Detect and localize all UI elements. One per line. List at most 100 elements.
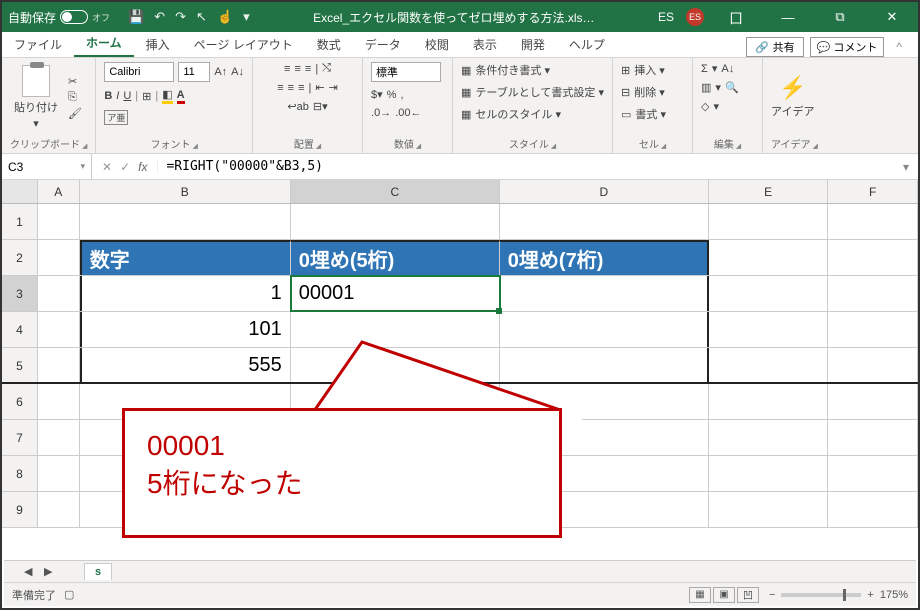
fx-icon[interactable]: fx (138, 160, 147, 174)
number-format-select[interactable] (371, 62, 441, 82)
border-button[interactable]: ⊞ (142, 90, 151, 103)
tab-developer[interactable]: 開発 (509, 32, 557, 57)
cancel-formula-icon[interactable]: ✕ (102, 160, 112, 174)
row-header[interactable]: 3 (2, 276, 38, 311)
tab-home[interactable]: ホーム (74, 30, 134, 57)
ideas-button[interactable]: ⚡ アイデア (771, 75, 814, 119)
conditional-formatting-button[interactable]: ▦条件付き書式 ▾ (461, 62, 550, 78)
tab-review[interactable]: 校閲 (413, 32, 461, 57)
zoom-out-icon[interactable]: − (769, 589, 775, 601)
view-page-layout-icon[interactable]: ▣ (713, 587, 735, 603)
cell-c4[interactable] (291, 312, 500, 347)
macro-record-icon[interactable]: ▢ (64, 588, 74, 601)
format-cells-button[interactable]: ▭書式 ▾ (621, 106, 666, 122)
paste-button[interactable]: 貼り付け ▾ (10, 63, 62, 132)
cell-d3[interactable] (500, 276, 709, 311)
share-button[interactable]: 🔗共有 (746, 37, 804, 57)
col-header-e[interactable]: E (709, 180, 828, 203)
bold-button[interactable]: B (104, 90, 112, 102)
expand-formula-bar-icon[interactable]: ▾ (894, 160, 918, 174)
comments-button[interactable]: 💬コメント (810, 37, 885, 57)
cell-c2[interactable]: 0埋め(5桁) (291, 240, 500, 275)
tab-insert[interactable]: 挿入 (134, 32, 182, 57)
cut-icon[interactable]: ✂ (68, 75, 82, 88)
sheet-tab-active[interactable]: s (84, 563, 112, 580)
align-left-icon[interactable]: ≡ (277, 82, 283, 94)
redo-icon[interactable]: ↷ (175, 9, 186, 25)
autosum-icon[interactable]: Σ (701, 63, 708, 75)
zoom-slider[interactable] (781, 593, 861, 597)
decrease-font-icon[interactable]: A↓ (231, 66, 244, 78)
italic-button[interactable]: I (116, 90, 119, 102)
name-box[interactable]: C3 ▾ (2, 154, 92, 179)
cell-c5[interactable] (291, 348, 500, 382)
select-all-corner[interactable] (2, 180, 38, 203)
tab-formulas[interactable]: 数式 (305, 32, 353, 57)
clear-icon[interactable]: ◇ (701, 100, 709, 113)
fill-icon[interactable]: ▥ (701, 81, 711, 94)
col-header-b[interactable]: B (80, 180, 291, 203)
col-header-d[interactable]: D (500, 180, 709, 203)
view-normal-icon[interactable]: ▦ (689, 587, 711, 603)
sheet-nav-prev-icon[interactable]: ◀ (24, 565, 32, 578)
tab-page-layout[interactable]: ページ レイアウト (182, 32, 305, 57)
indent-dec-icon[interactable]: ⇤ (315, 81, 324, 94)
row-header[interactable]: 7 (2, 420, 38, 455)
autosave-toggle[interactable]: 自動保存 オフ (8, 9, 110, 26)
cell-b2[interactable]: 数字 (80, 240, 291, 275)
increase-font-icon[interactable]: A↑ (214, 66, 227, 78)
undo-icon[interactable]: ↶ (154, 9, 165, 25)
wrap-text-icon[interactable]: ↩ab (287, 100, 308, 113)
row-header[interactable]: 9 (2, 492, 38, 527)
tab-help[interactable]: ヘルプ (557, 32, 617, 57)
align-mid-icon[interactable]: ≡ (294, 63, 300, 75)
cell-b4[interactable]: 101 (80, 312, 291, 347)
copy-icon[interactable]: ⎘ (68, 91, 82, 104)
collapse-ribbon-icon[interactable]: ^ (890, 40, 908, 54)
find-select-icon[interactable]: 🔍 (725, 81, 739, 94)
avatar[interactable]: ES (686, 8, 704, 26)
font-color-button[interactable]: A (177, 89, 185, 104)
comma-icon[interactable]: , (400, 89, 403, 101)
insert-cells-button[interactable]: ⊞挿入 ▾ (621, 62, 665, 78)
cell-styles-button[interactable]: ▦セルのスタイル ▾ (461, 106, 561, 122)
view-page-break-icon[interactable]: 凹 (737, 587, 759, 603)
formula-input[interactable]: =RIGHT("00000"&B3,5) (158, 159, 894, 174)
ruby-icon[interactable]: ア亜 (104, 110, 128, 125)
align-center-icon[interactable]: ≡ (288, 82, 294, 94)
font-size-input[interactable] (178, 62, 210, 82)
save-icon[interactable]: 💾 (128, 9, 144, 25)
format-as-table-button[interactable]: ▦テーブルとして書式設定 ▾ (461, 84, 604, 100)
row-header[interactable]: 6 (2, 384, 38, 419)
increase-decimal-icon[interactable]: .0→ (371, 107, 391, 119)
percent-icon[interactable]: % (387, 89, 397, 101)
tab-data[interactable]: データ (353, 32, 413, 57)
qat-dropdown-icon[interactable]: ▾ (243, 9, 250, 25)
zoom-level[interactable]: 175% (880, 589, 908, 601)
sheet-nav-next-icon[interactable]: ▶ (44, 565, 52, 578)
fill-color-button[interactable]: ◧ (162, 88, 172, 104)
sort-filter-icon[interactable]: A↓ (721, 63, 734, 75)
indent-inc-icon[interactable]: ⇥ (329, 81, 338, 94)
cell-d5[interactable] (500, 348, 709, 382)
row-header[interactable]: 4 (2, 312, 38, 347)
align-top-icon[interactable]: ≡ (284, 63, 290, 75)
cell-b5[interactable]: 555 (80, 348, 291, 382)
font-name-input[interactable] (104, 62, 174, 82)
zoom-in-icon[interactable]: + (867, 589, 873, 601)
tab-file[interactable]: ファイル (2, 32, 74, 57)
tab-view[interactable]: 表示 (461, 32, 509, 57)
ribbon-display-icon[interactable]: 囗 (716, 8, 756, 27)
row-header[interactable]: 5 (2, 348, 38, 382)
currency-icon[interactable]: $▾ (371, 88, 383, 101)
enter-formula-icon[interactable]: ✓ (120, 160, 130, 174)
maximize-icon[interactable]: ⧉ (820, 9, 860, 25)
merge-icon[interactable]: ⊟▾ (313, 100, 328, 113)
row-header[interactable]: 1 (2, 204, 38, 239)
align-right-icon[interactable]: ≡ (298, 82, 304, 94)
minimize-icon[interactable]: — (768, 10, 808, 25)
cell-b3[interactable]: 1 (80, 276, 291, 311)
delete-cells-button[interactable]: ⊟削除 ▾ (621, 84, 665, 100)
orientation-icon[interactable]: ⤭ (322, 62, 331, 75)
align-bot-icon[interactable]: ≡ (305, 63, 311, 75)
